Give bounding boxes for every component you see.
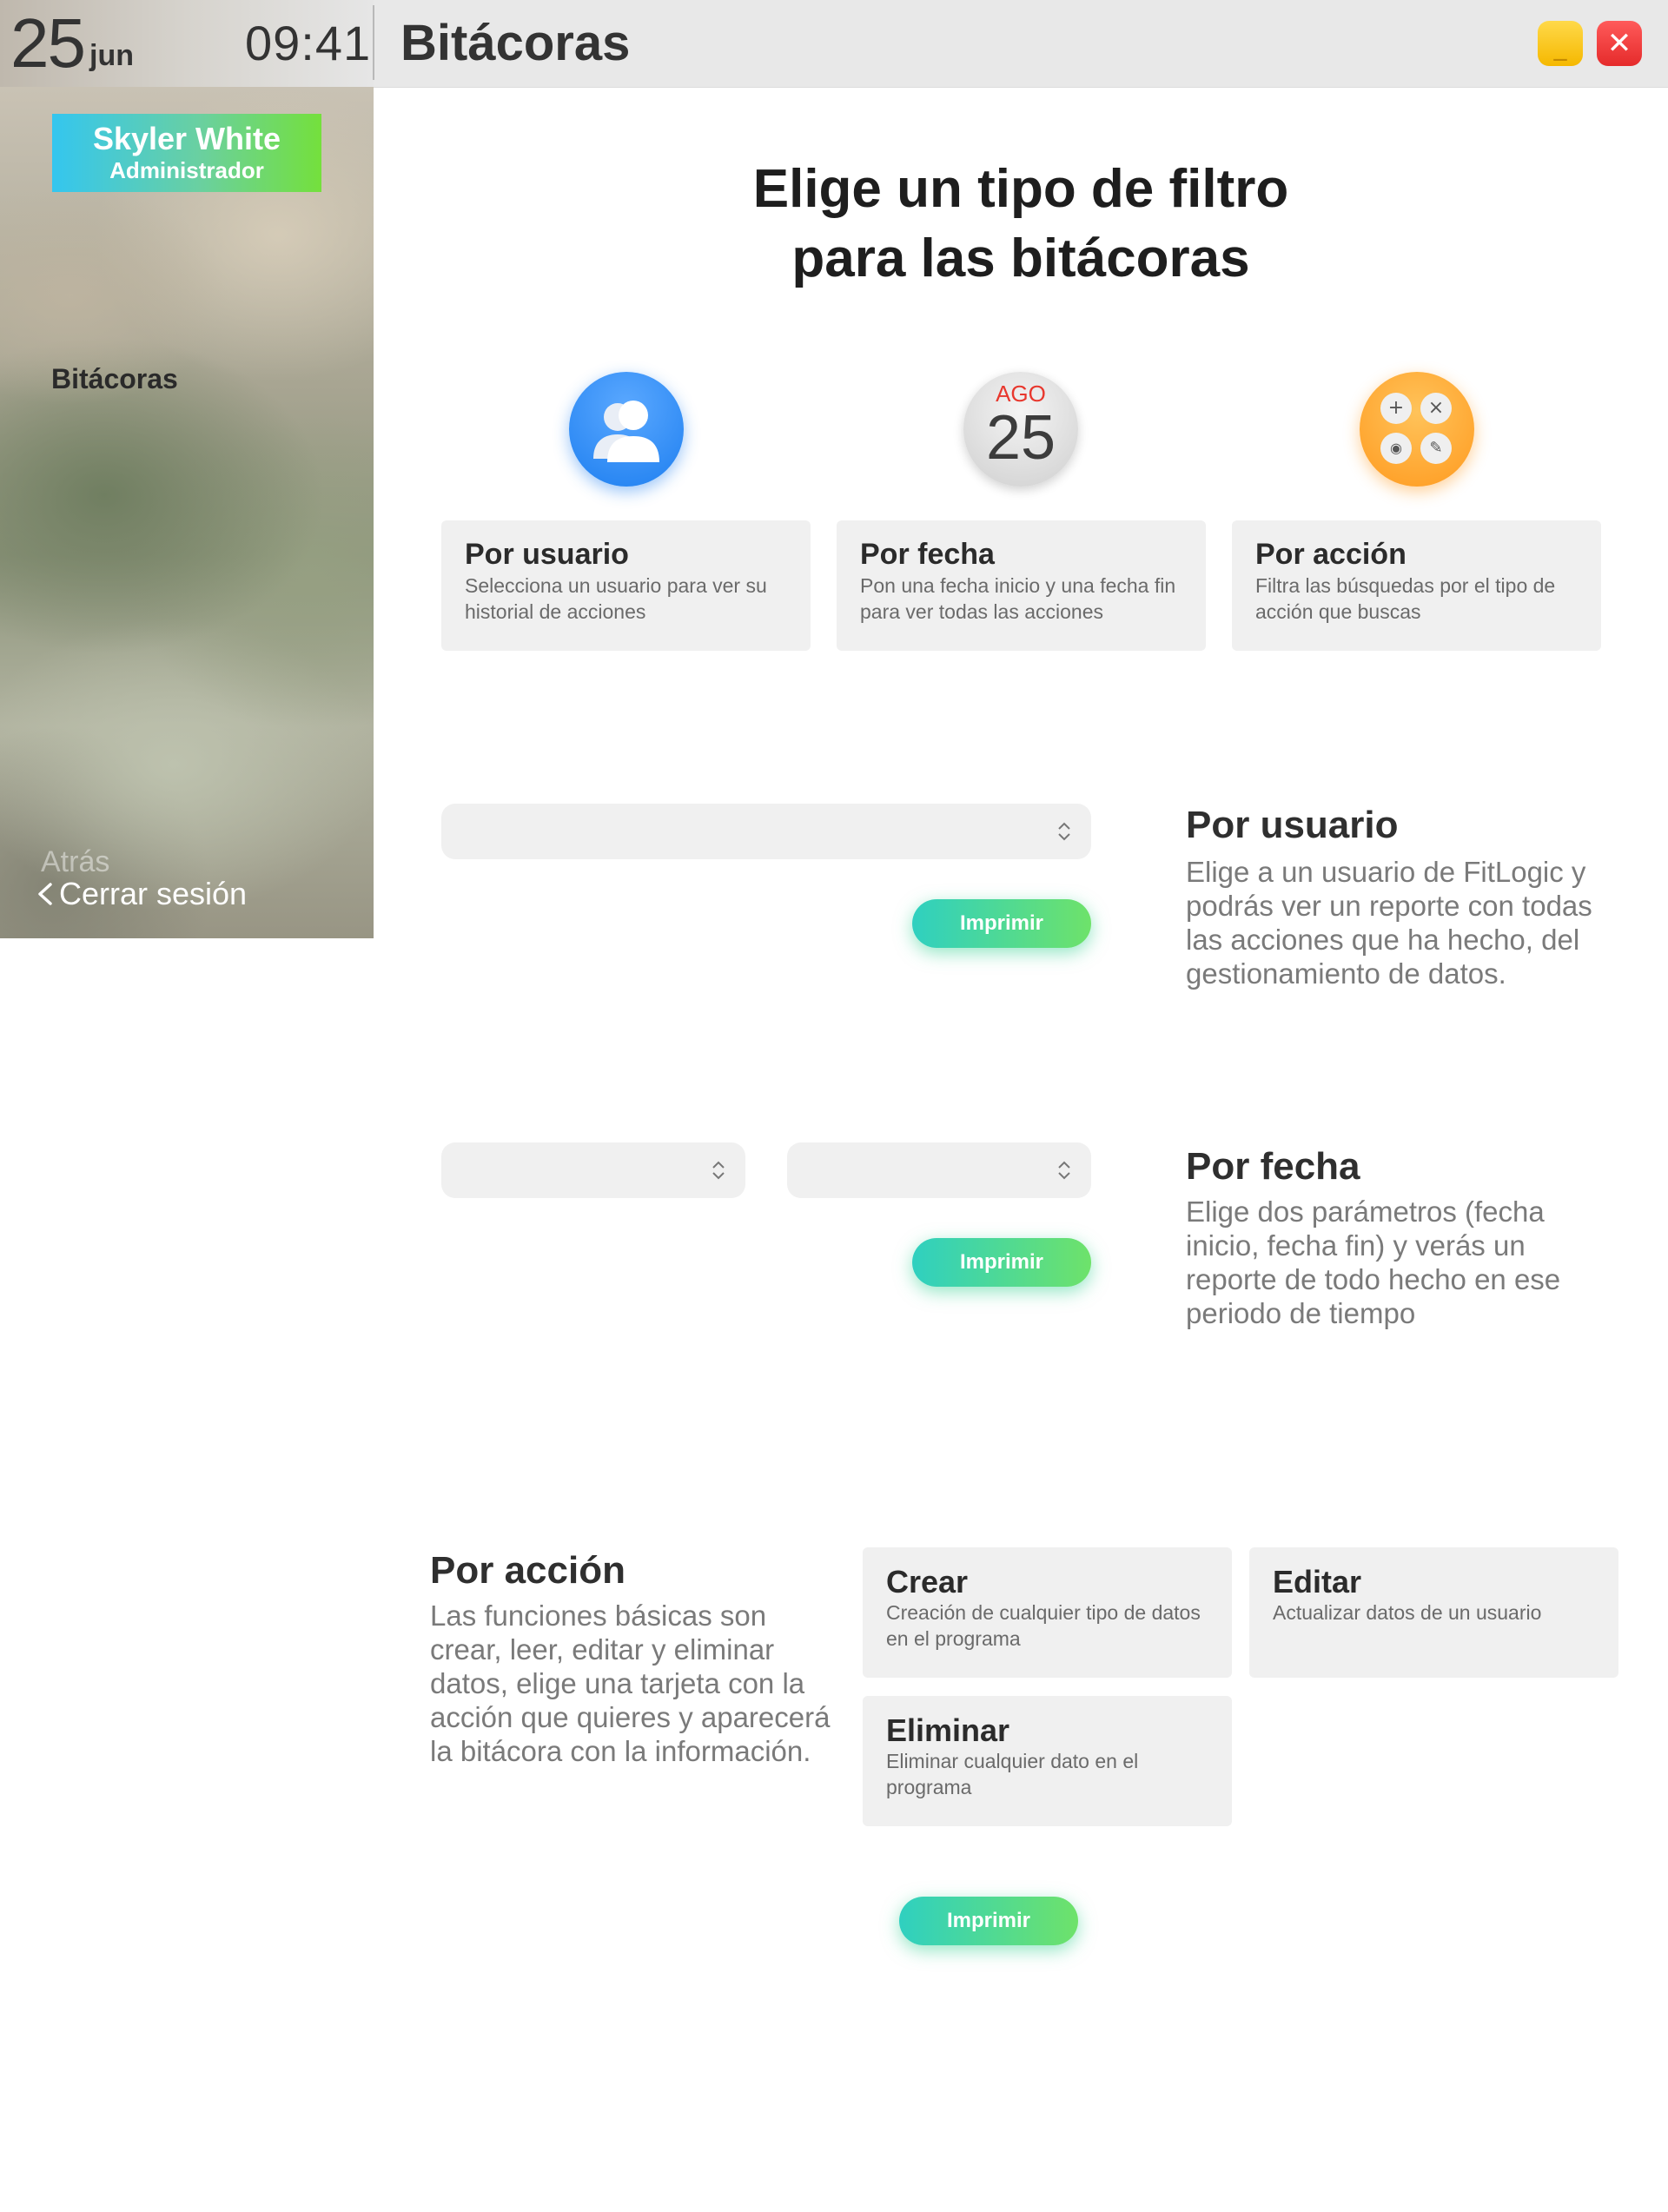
date-day: 25: [10, 4, 86, 82]
filter-card-action[interactable]: Por acción Filtra las búsquedas por el t…: [1232, 520, 1601, 651]
minimize-button[interactable]: _: [1538, 21, 1583, 66]
by-user-text: Elige a un usuario de FitLogic y podrás …: [1186, 856, 1592, 990]
action-card-edit[interactable]: Editar Actualizar datos de un usuario: [1249, 1547, 1618, 1678]
by-date-text: Elige dos parámetros (fecha inicio, fech…: [1186, 1195, 1561, 1329]
action-card-create[interactable]: Crear Creación de cualquier tipo de dato…: [863, 1547, 1232, 1678]
by-date-title: Por fecha: [1186, 1145, 1360, 1188]
end-date-select[interactable]: [787, 1142, 1091, 1198]
close-icon: ✕: [1606, 26, 1632, 61]
print-label: Imprimir: [946, 1909, 1031, 1932]
times-glyph: ×: [1427, 397, 1445, 419]
divider: [373, 5, 374, 80]
date-month: jun: [89, 39, 134, 72]
page-title: Bitácoras: [400, 15, 631, 71]
print-label: Imprimir: [959, 1250, 1044, 1274]
by-action-text: Las funciones básicas son crear, leer, e…: [430, 1599, 831, 1767]
plus-glyph: +: [1387, 397, 1405, 419]
filter-card-user[interactable]: Por usuario Selecciona un usuario para v…: [441, 520, 811, 651]
eye-icon: ◉: [1380, 433, 1412, 464]
edit-icon: ✎: [1420, 433, 1452, 464]
action-card-title: Eliminar: [886, 1712, 1010, 1748]
print-action-button[interactable]: Imprimir: [899, 1897, 1078, 1945]
action-card-desc: Creación de cualquier tipo de datos en e…: [886, 1601, 1201, 1650]
title-bar: 25 jun 09:41 Bitácoras _ ✕: [0, 0, 1668, 88]
plus-icon: +: [1380, 393, 1412, 424]
filter-card-title: Por fecha: [860, 538, 995, 571]
close-button[interactable]: ✕: [1597, 21, 1642, 66]
times-icon: ×: [1420, 393, 1452, 424]
minimize-icon: _: [1553, 31, 1567, 62]
filter-card-title: Por usuario: [465, 538, 629, 571]
filter-card-desc: Pon una fecha inicio y una fecha fin par…: [860, 574, 1176, 623]
print-label: Imprimir: [959, 911, 1044, 935]
logout-label: Cerrar sesión: [59, 876, 248, 911]
filter-card-date[interactable]: Por fecha Pon una fecha inicio y una fec…: [837, 520, 1206, 651]
main-heading: Elige un tipo de filtro para las bitácor…: [608, 155, 1433, 294]
users-glyph: [593, 401, 659, 462]
back-label: Atrás: [41, 845, 110, 878]
calendar-day: 25: [985, 403, 1056, 473]
by-user-title: Por usuario: [1186, 804, 1399, 846]
action-card-title: Editar: [1273, 1564, 1362, 1599]
by-action-title: Por acción: [430, 1549, 626, 1592]
eye-glyph: ◉: [1390, 440, 1402, 456]
chevron-left-icon: [38, 883, 52, 905]
user-name: Skyler White: [92, 121, 281, 156]
datetime-panel: 25 jun 09:41: [0, 0, 374, 87]
print-user-button[interactable]: Imprimir: [912, 899, 1091, 948]
select-arrows-icon: [1058, 822, 1070, 841]
select-arrows-icon: [1058, 1161, 1070, 1180]
action-card-desc: Eliminar cualquier dato en el programa: [886, 1750, 1139, 1798]
actions-icon[interactable]: + × ◉ ✎: [1360, 372, 1474, 487]
filter-card-desc: Filtra las búsquedas por el tipo de acci…: [1255, 574, 1556, 623]
print-date-button[interactable]: Imprimir: [912, 1238, 1091, 1287]
sidebar-item-bitacoras[interactable]: Bitácoras: [51, 361, 178, 396]
heading-line-1: Elige un tipo de filtro: [752, 159, 1289, 219]
users-icon[interactable]: [569, 372, 684, 487]
action-card-desc: Actualizar datos de un usuario: [1273, 1601, 1542, 1624]
filter-card-desc: Selecciona un usuario para ver su histor…: [465, 574, 767, 623]
edit-glyph: ✎: [1429, 439, 1443, 457]
clock-time: 09:41: [245, 16, 372, 70]
filter-card-title: Por acción: [1255, 538, 1407, 571]
action-card-title: Crear: [886, 1564, 969, 1599]
heading-line-2: para las bitácoras: [791, 228, 1250, 288]
user-badge[interactable]: Skyler White Administrador: [52, 114, 321, 192]
calendar-icon[interactable]: AGO 25: [963, 372, 1078, 487]
action-card-delete[interactable]: Eliminar Eliminar cualquier dato en el p…: [863, 1696, 1232, 1826]
user-select[interactable]: [441, 804, 1091, 859]
user-role: Administrador: [109, 157, 264, 183]
start-date-select[interactable]: [441, 1142, 745, 1198]
select-arrows-icon: [712, 1161, 725, 1180]
sidebar: Skyler White Administrador Bitácoras Atr…: [0, 87, 374, 938]
